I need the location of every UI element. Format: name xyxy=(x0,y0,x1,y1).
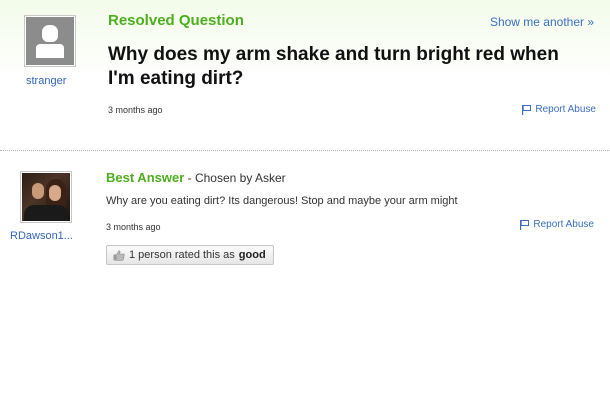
rating-value: good xyxy=(238,249,266,261)
best-answer-header: Best Answer - Chosen by Asker xyxy=(106,170,286,185)
asker-avatar[interactable] xyxy=(24,15,76,67)
thumbs-up-icon xyxy=(113,249,125,261)
answerer-avatar[interactable] xyxy=(20,171,72,223)
asker-username[interactable]: stranger xyxy=(26,75,66,87)
default-avatar-icon xyxy=(26,17,74,65)
resolved-question-heading: Resolved Question xyxy=(108,12,244,29)
show-another-link[interactable]: Show me another » xyxy=(490,15,594,29)
report-abuse-label: Report Abuse xyxy=(535,104,596,115)
rating-text: 1 person rated this as xyxy=(129,249,235,261)
answer-report-abuse-link[interactable]: Report Abuse xyxy=(520,219,594,230)
best-answer-label: Best Answer xyxy=(106,170,185,185)
answerer-username[interactable]: RDawson1... xyxy=(10,230,73,242)
section-divider xyxy=(0,150,610,151)
chosen-by-text: - Chosen by Asker xyxy=(184,171,286,185)
question-report-abuse-link[interactable]: Report Abuse xyxy=(522,104,596,115)
question-title: Why does my arm shake and turn bright re… xyxy=(108,44,559,89)
rating-button[interactable]: 1 person rated this as good xyxy=(106,245,274,265)
question-section: stranger Resolved Question Show me anoth… xyxy=(0,0,610,150)
report-abuse-label: Report Abuse xyxy=(533,219,594,230)
question-timestamp: 3 months ago xyxy=(108,105,163,115)
answer-timestamp: 3 months ago xyxy=(106,222,161,232)
user-photo xyxy=(22,173,70,221)
flag-icon xyxy=(522,104,532,115)
answer-text: Why are you eating dirt? Its dangerous! … xyxy=(106,195,458,207)
flag-icon xyxy=(520,219,530,230)
